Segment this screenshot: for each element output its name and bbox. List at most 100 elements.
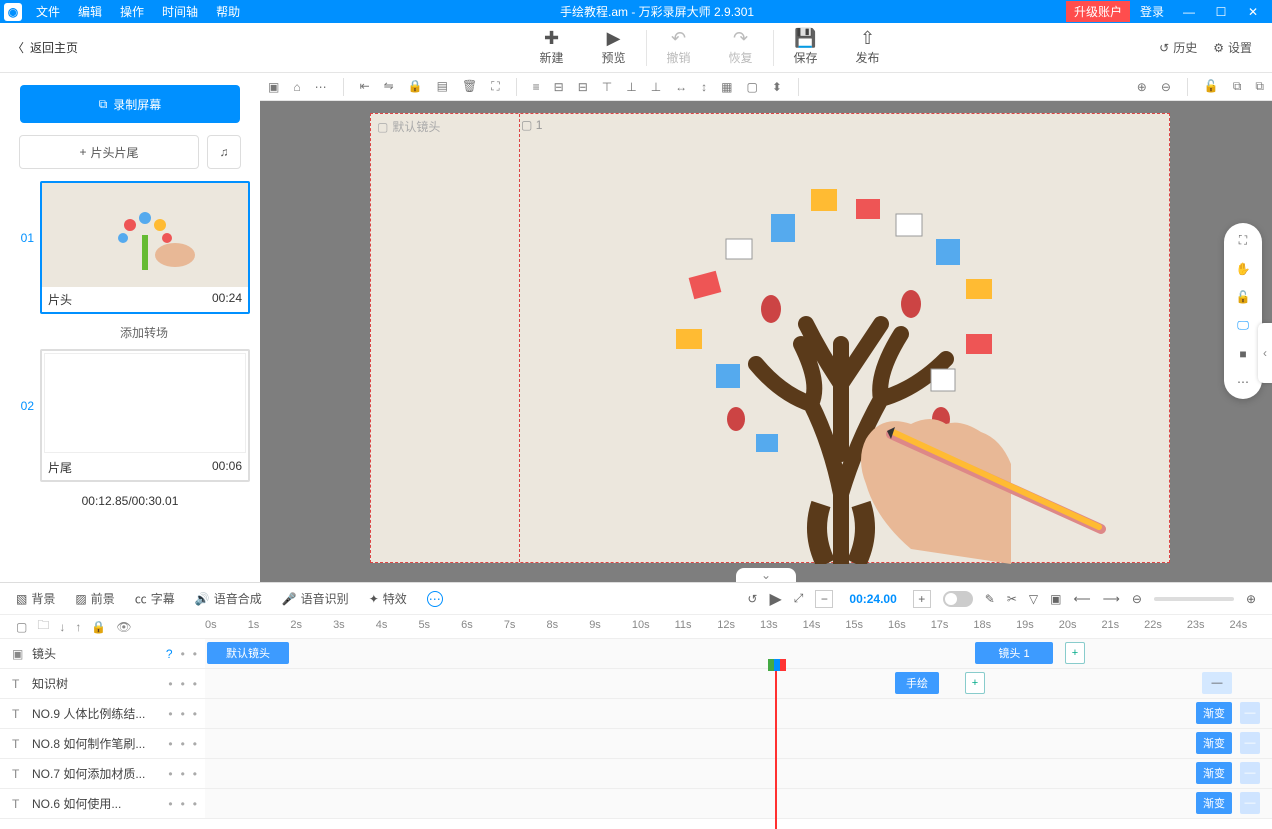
expand-icon[interactable]: ⤢ (794, 591, 804, 606)
settings-button[interactable]: ⚙设置 (1213, 39, 1252, 56)
rewind-icon[interactable]: ↺ (747, 592, 757, 606)
add-transition-button[interactable]: 添加转场 (10, 320, 250, 349)
playhead[interactable] (775, 670, 777, 829)
bg-tab[interactable]: ▧背景 (16, 590, 55, 607)
display-icon[interactable]: 🖵 (1237, 318, 1249, 333)
scene-item-2[interactable]: 02 片尾00:06 (10, 349, 250, 482)
size-icon[interactable]: ⬍ (772, 80, 782, 94)
align-mid-icon[interactable]: ⊥ (626, 80, 636, 94)
head-foot-button[interactable]: +片头片尾 (19, 135, 199, 169)
close-button[interactable]: ✕ (1238, 3, 1268, 21)
clip-minus[interactable]: — (1202, 672, 1232, 694)
time-ruler[interactable]: 0s1s2s3s4s5s6s7s8s9s10s11s12s13s14s15s16… (205, 615, 1272, 638)
clip-fade[interactable]: 渐变 (1196, 702, 1232, 724)
redo-button[interactable]: ↷恢复 (711, 26, 771, 70)
time-plus-button[interactable]: + (913, 590, 931, 608)
chevron-down-handle[interactable]: ⌄ (736, 568, 796, 582)
clip-end[interactable]: — (1240, 792, 1260, 814)
clip-end[interactable]: — (1240, 762, 1260, 784)
history-button[interactable]: ↺历史 (1159, 39, 1197, 56)
zoom-in-icon[interactable]: ⊕ (1137, 80, 1147, 94)
ungroup-icon[interactable]: ▢ (747, 80, 758, 94)
subtitle-tab[interactable]: ㏄字幕 (135, 590, 175, 607)
trash-icon[interactable]: 🗑 (462, 79, 477, 94)
save-button[interactable]: 💾保存 (776, 26, 836, 70)
more-tabs-button[interactable]: ⋯ (427, 591, 443, 607)
login-button[interactable]: 登录 (1132, 1, 1172, 22)
back-home-button[interactable]: 〈 返回主页 (0, 23, 260, 72)
clip-fade[interactable]: 渐变 (1196, 732, 1232, 754)
publish-button[interactable]: ⇧发布 (838, 26, 898, 70)
align-right-icon[interactable]: ⊟ (578, 80, 588, 94)
undo-button[interactable]: ↶撤销 (649, 26, 709, 70)
frame-icon[interactable]: ▣ (1050, 592, 1061, 606)
minimize-button[interactable]: — (1174, 3, 1204, 21)
align-c-icon[interactable]: ⊟ (554, 80, 564, 94)
dist-h-icon[interactable]: ↔ (675, 80, 687, 94)
play-icon[interactable]: ▶ (769, 589, 781, 609)
hand-icon[interactable]: ✋ (1236, 262, 1251, 276)
paste-icon[interactable]: ⧉ (1255, 79, 1264, 94)
folder-icon[interactable]: 🗀 (37, 616, 49, 637)
flip-icon[interactable]: ⇋ (384, 79, 394, 94)
clip-camera-1[interactable]: 镜头 1 (975, 642, 1053, 664)
preview-button[interactable]: ▶预览 (584, 26, 644, 70)
clip-default-camera[interactable]: 默认镜头 (207, 642, 289, 664)
asr-tab[interactable]: 🎤语音识别 (282, 590, 349, 607)
lock-icon[interactable]: 🔒 (408, 79, 423, 94)
copy-icon[interactable]: ⧉ (1233, 79, 1242, 94)
lock-icon[interactable]: 🔒 (91, 620, 106, 634)
dot-icon[interactable]: • (193, 647, 197, 661)
out-icon[interactable]: ⟶ (1103, 592, 1120, 606)
zoom-out-icon[interactable]: ⊖ (1161, 80, 1171, 94)
toggle-switch[interactable] (943, 591, 973, 607)
time-minus-button[interactable]: − (815, 590, 833, 608)
align-icon[interactable]: ⇤ (360, 79, 370, 94)
more-icon[interactable]: ⋯ (1237, 375, 1249, 389)
align-bot-icon[interactable]: ⊥ (651, 80, 661, 94)
scene-item-1[interactable]: 01 片头00:24 (10, 181, 250, 314)
dot-icon[interactable]: • (181, 647, 185, 661)
music-button[interactable]: ♫ (207, 135, 241, 169)
menu-edit[interactable]: 编辑 (70, 1, 110, 22)
add-button[interactable]: + (965, 672, 985, 694)
zoom-in-icon[interactable]: ⊕ (1246, 592, 1256, 606)
eye-icon[interactable]: 👁 (116, 620, 131, 634)
zoom-out-icon[interactable]: ⊖ (1132, 592, 1142, 606)
camera-icon[interactable]: ▣ (268, 80, 279, 94)
fx-tab[interactable]: ✦特效 (369, 590, 407, 607)
dist-v-icon[interactable]: ↕ (701, 80, 707, 94)
clip-fade[interactable]: 渐变 (1196, 792, 1232, 814)
menu-timeline[interactable]: 时间轴 (154, 1, 206, 22)
canvas-stage[interactable]: ▢默认镜头 ▢ 1 (370, 113, 1170, 563)
layer-icon[interactable]: ▤ (437, 79, 448, 94)
edit-icon[interactable]: ✎ (985, 592, 995, 606)
align-left-icon[interactable]: ≡ (533, 80, 540, 94)
tts-tab[interactable]: 🔊语音合成 (195, 590, 262, 607)
clip-fade[interactable]: 渐变 (1196, 762, 1232, 784)
menu-action[interactable]: 操作 (112, 1, 152, 22)
record-screen-button[interactable]: ⧉录制屏幕 (20, 85, 240, 123)
menu-file[interactable]: 文件 (28, 1, 68, 22)
help-icon[interactable]: ? (166, 647, 173, 661)
align-top-icon[interactable]: ⊤ (602, 80, 612, 94)
menu-help[interactable]: 帮助 (208, 1, 248, 22)
panel-collapse-handle[interactable]: ‹ (1258, 323, 1272, 383)
filter-icon[interactable]: ▽ (1029, 592, 1038, 606)
zoom-slider[interactable] (1154, 597, 1234, 601)
fg-tab[interactable]: ▨前景 (75, 590, 114, 607)
more-icon[interactable]: ⋯ (315, 80, 327, 94)
group-icon[interactable]: ▦ (721, 80, 732, 94)
down-icon[interactable]: ↓ (59, 620, 65, 634)
up-icon[interactable]: ↑ (75, 620, 81, 634)
unlock-icon[interactable]: 🔓 (1236, 290, 1251, 304)
square-icon[interactable]: ■ (1239, 347, 1246, 361)
clip-end[interactable]: — (1240, 732, 1260, 754)
in-icon[interactable]: ⟵ (1073, 592, 1090, 606)
maximize-button[interactable]: ☐ (1206, 3, 1236, 21)
fullscreen-icon[interactable]: ⛶ (1239, 233, 1247, 248)
focus-icon[interactable]: ⛶ (491, 79, 499, 94)
clip-hand-draw[interactable]: 手绘 (895, 672, 939, 694)
clip-end[interactable]: — (1240, 702, 1260, 724)
upgrade-button[interactable]: 升级账户 (1066, 1, 1130, 22)
